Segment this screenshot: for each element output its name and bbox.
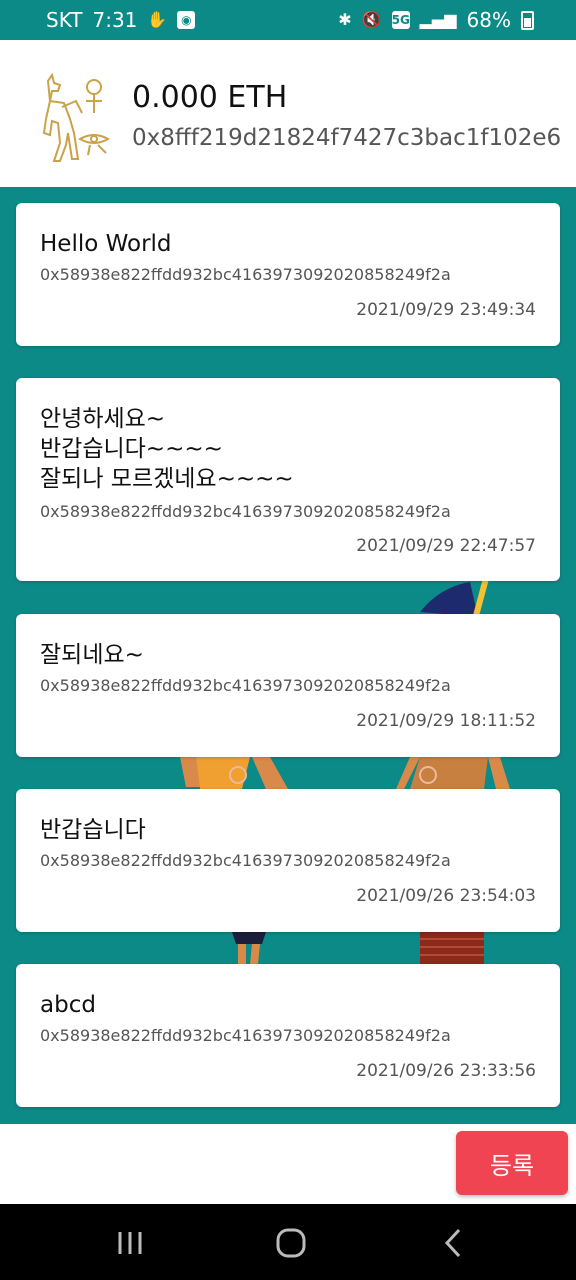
carrier-label: SKT — [46, 8, 83, 32]
post-timestamp: 2021/09/26 23:33:56 — [356, 1061, 536, 1081]
post-timestamp: 2021/09/29 22:47:57 — [356, 536, 536, 556]
post-hash: 0x58938e822ffdd932bc4163973092020858249f… — [40, 676, 451, 695]
post-timestamp: 2021/09/26 23:54:03 — [356, 886, 536, 906]
post-message: 잘되네요~ — [40, 642, 144, 668]
hand-icon: ✋ — [147, 10, 168, 29]
post-timestamp: 2021/09/29 18:11:52 — [356, 711, 536, 731]
post-message: 반갑습니다 — [40, 817, 146, 843]
mute-icon: 🔇 — [361, 10, 382, 29]
register-button[interactable]: 등록 — [456, 1131, 568, 1195]
post-message: Hello World — [40, 231, 172, 257]
location-app-icon: ◉ — [177, 11, 196, 29]
post-card[interactable]: Hello World 0x58938e822ffdd932bc41639730… — [16, 203, 560, 346]
battery-icon — [521, 10, 534, 30]
network-type-icon: 5G — [391, 11, 410, 29]
post-feed[interactable]: Hello World 0x58938e822ffdd932bc41639730… — [0, 187, 576, 1124]
post-card[interactable]: 안녕하세요~ 반갑습니다~~~~ 잘되나 모르겠네요~~~~ 0x58938e8… — [16, 378, 560, 581]
anubis-logo — [42, 73, 111, 162]
post-hash: 0x58938e822ffdd932bc4163973092020858249f… — [40, 1026, 451, 1045]
recent-apps-icon[interactable] — [80, 1204, 180, 1280]
post-card[interactable]: abcd 0x58938e822ffdd932bc416397309202085… — [16, 964, 560, 1107]
post-message: abcd — [40, 992, 96, 1018]
wallet-address[interactable]: 0x8fff219d21824f7427c3bac1f102e6 — [132, 125, 561, 151]
back-icon[interactable] — [402, 1204, 502, 1280]
post-hash: 0x58938e822ffdd932bc4163973092020858249f… — [40, 502, 451, 521]
post-message: 안녕하세요~ 반갑습니다~~~~ 잘되나 모르겠네요~~~~ — [40, 406, 294, 492]
battery-percent: 68% — [466, 8, 511, 32]
bluetooth-icon: ✱ — [338, 10, 352, 29]
clock: 7:31 — [92, 8, 138, 32]
home-icon[interactable] — [241, 1204, 341, 1280]
post-timestamp: 2021/09/29 23:49:34 — [356, 300, 536, 320]
post-card[interactable]: 잘되네요~ 0x58938e822ffdd932bc41639730920208… — [16, 614, 560, 757]
post-hash: 0x58938e822ffdd932bc4163973092020858249f… — [40, 265, 451, 284]
eth-balance: 0.000 ETH — [132, 80, 288, 115]
post-card[interactable]: 반갑습니다 0x58938e822ffdd932bc41639730920208… — [16, 789, 560, 932]
system-nav-bar — [0, 1204, 576, 1280]
status-bar: SKT 7:31 ✋ ◉ ✱ 🔇 5G ▂▄▆ 68% — [0, 0, 576, 40]
wallet-header: 0.000 ETH 0x8fff219d21824f7427c3bac1f102… — [0, 40, 576, 187]
post-hash: 0x58938e822ffdd932bc4163973092020858249f… — [40, 851, 451, 870]
signal-icon: ▂▄▆ — [419, 10, 457, 29]
